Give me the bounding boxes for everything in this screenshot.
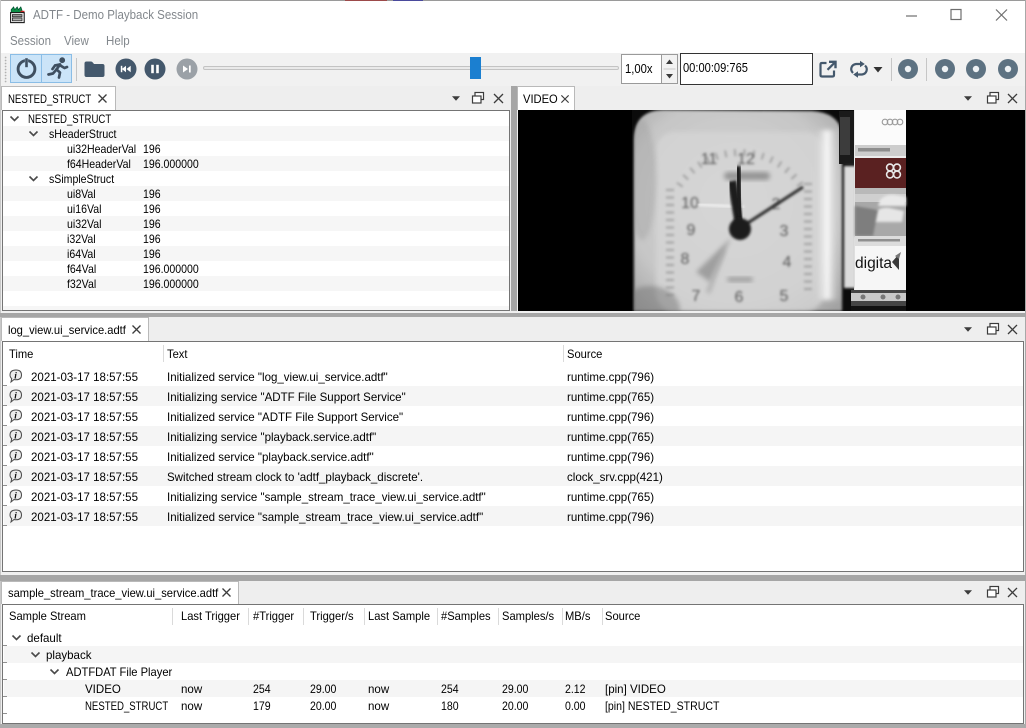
svg-text:11: 11 [701, 151, 718, 168]
svg-text:9: 9 [687, 222, 696, 239]
svg-text:i: i [14, 491, 17, 501]
svg-text:i: i [14, 471, 17, 481]
svg-text:6: 6 [735, 289, 744, 306]
svg-text:i: i [14, 391, 17, 401]
svg-text:i: i [14, 431, 17, 441]
svg-text:digita: digita [855, 255, 892, 272]
svg-text:i: i [14, 451, 17, 461]
svg-text:4: 4 [783, 254, 792, 271]
svg-text:3: 3 [780, 223, 789, 240]
svg-text:i: i [14, 371, 17, 381]
svg-text:i: i [14, 411, 17, 421]
svg-text:12: 12 [737, 151, 755, 168]
svg-text:10: 10 [681, 195, 699, 212]
svg-text:7: 7 [692, 288, 701, 305]
svg-text:i: i [14, 511, 17, 521]
svg-text:8: 8 [681, 251, 690, 268]
svg-text:5: 5 [780, 288, 789, 305]
